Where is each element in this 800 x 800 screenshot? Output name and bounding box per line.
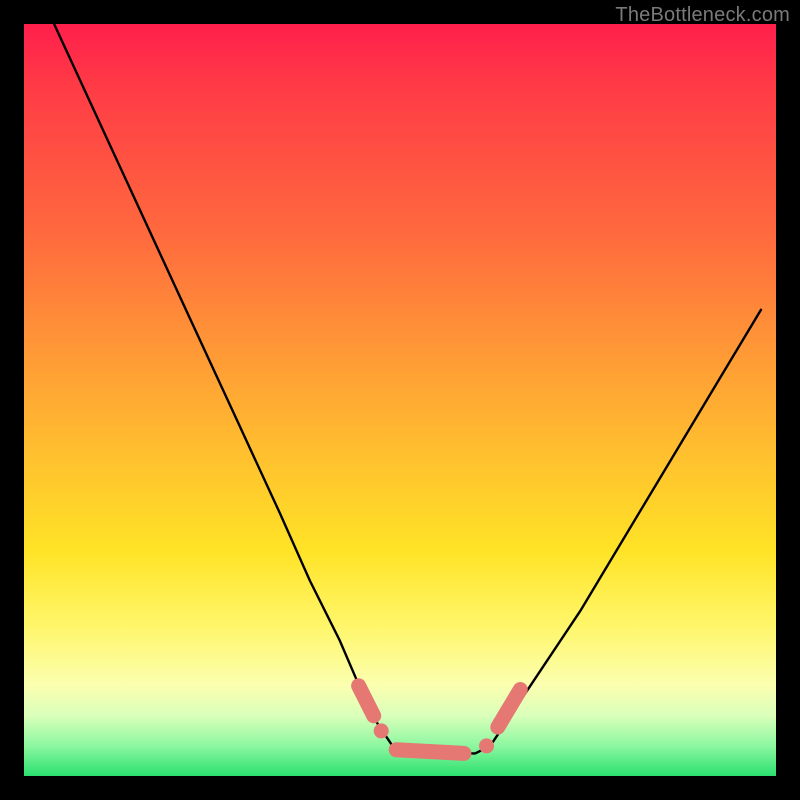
curve-marker-capsule [359,686,374,716]
chart-frame: TheBottleneck.com [0,0,800,800]
bottleneck-curve [54,24,761,753]
marker-layer [359,686,521,754]
curve-marker-dot [374,723,389,738]
curve-layer [54,24,761,753]
curve-marker-dot [479,738,494,753]
curve-marker-capsule [498,690,521,728]
watermark-label: TheBottleneck.com [615,4,790,27]
curve-marker-capsule [396,750,464,754]
bottleneck-plot [24,24,776,776]
plot-area [24,24,776,776]
